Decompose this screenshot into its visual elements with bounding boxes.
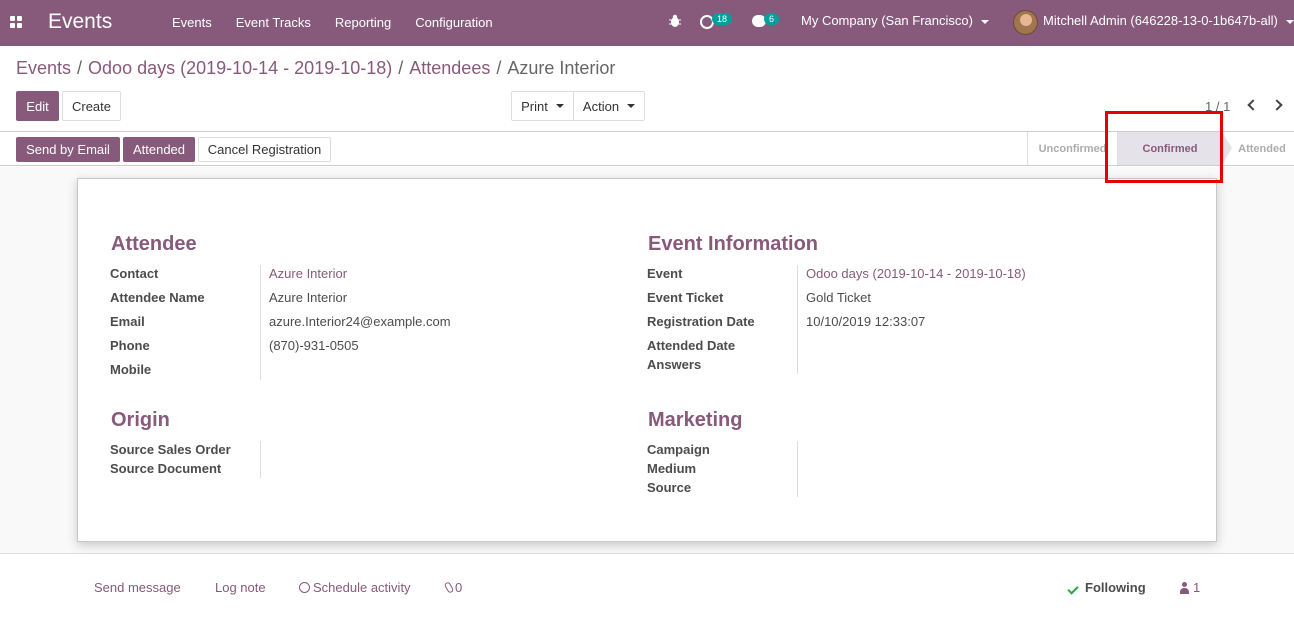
medium-label: Medium — [647, 461, 697, 476]
form-statusbar: Send by Email Attended Cancel Registrati… — [0, 131, 1294, 166]
contact-label: Contact — [110, 266, 159, 281]
attendee-group-title: Attendee — [111, 233, 197, 255]
followers-count[interactable]: 1 — [1193, 580, 1200, 595]
edit-button[interactable]: Edit — [16, 91, 59, 121]
attended-date-label: Attended Date — [647, 338, 736, 353]
registration-date-value: 10/10/2019 12:33:07 — [806, 314, 926, 329]
attendee-name-label: Attendee Name — [110, 290, 205, 305]
form-sheet: Attendee Contact Azure Interior Attendee… — [77, 178, 1217, 542]
create-button[interactable]: Create — [62, 91, 121, 121]
chevron-down-icon — [1285, 19, 1294, 24]
apps-menu-icon[interactable] — [10, 16, 23, 29]
send-message-button[interactable]: Send message — [94, 580, 181, 595]
check-icon — [1067, 583, 1079, 595]
cancel-registration-button[interactable]: Cancel Registration — [198, 137, 331, 162]
paperclip-icon — [443, 581, 455, 594]
chevron-down-icon — [555, 104, 564, 108]
phone-label: Phone — [110, 338, 150, 353]
attended-button[interactable]: Attended — [123, 137, 195, 162]
email-value: azure.Interior24@example.com — [269, 314, 451, 329]
menu-item-reporting[interactable]: Reporting — [335, 15, 391, 30]
print-label: Print — [521, 98, 548, 114]
mobile-label: Mobile — [110, 362, 152, 377]
company-switcher[interactable]: My Company (San Francisco) — [801, 13, 989, 28]
source-label: Source — [647, 480, 692, 495]
event-value[interactable]: Odoo days (2019-10-14 - 2019-10-18) — [806, 266, 1026, 281]
attachments-button[interactable]: 0 — [443, 580, 463, 595]
breadcrumb-event[interactable]: Odoo days (2019-10-14 - 2019-10-18) — [88, 58, 392, 78]
activity-count-badge: 18 — [712, 13, 733, 25]
breadcrumb-separator: / — [398, 58, 404, 78]
followers-person-icon[interactable] — [1180, 582, 1189, 594]
event-ticket-label: Event Ticket — [647, 290, 724, 305]
menu-item-event-tracks[interactable]: Event Tracks — [236, 15, 311, 30]
user-name: Mitchell Admin (646228-13-0-1b647b-all) — [1043, 13, 1278, 28]
contact-value[interactable]: Azure Interior — [269, 266, 347, 281]
app-title: Events — [48, 10, 113, 33]
user-menu[interactable]: Mitchell Admin (646228-13-0-1b647b-all) — [1043, 13, 1294, 28]
registration-date-label: Registration Date — [647, 314, 755, 329]
campaign-label: Campaign — [647, 442, 710, 457]
phone-value: (870)-931-0505 — [269, 338, 359, 353]
answers-label: Answers — [647, 357, 702, 372]
clock-icon — [299, 582, 310, 593]
origin-group-title: Origin — [111, 409, 170, 431]
attendee-name-value: Azure Interior — [269, 290, 348, 305]
field-divider — [797, 441, 798, 497]
action-dropdown[interactable]: Action — [573, 91, 645, 121]
user-avatar[interactable] — [1013, 10, 1038, 35]
event-ticket-value: Gold Ticket — [806, 290, 872, 305]
pager-previous-icon[interactable] — [1247, 99, 1259, 111]
schedule-activity-label: Schedule activity — [313, 580, 411, 595]
event-info-group-title: Event Information — [648, 233, 819, 255]
breadcrumb-separator: / — [77, 58, 83, 78]
company-name: My Company (San Francisco) — [801, 13, 973, 28]
debug-bug-icon[interactable] — [669, 14, 681, 28]
send-by-email-button[interactable]: Send by Email — [16, 137, 120, 162]
print-dropdown[interactable]: Print — [511, 91, 574, 121]
breadcrumb-events[interactable]: Events — [16, 58, 71, 78]
chevron-down-icon — [627, 104, 636, 108]
breadcrumb: Events / Odoo days (2019-10-14 - 2019-10-1… — [16, 58, 615, 79]
schedule-activity-button[interactable]: Schedule activity — [299, 580, 411, 595]
following-button[interactable]: Following — [1085, 580, 1146, 595]
menu-item-events[interactable]: Events — [172, 15, 212, 30]
event-label: Event — [647, 266, 683, 281]
breadcrumb-current: Azure Interior — [507, 58, 616, 78]
marketing-group-title: Marketing — [648, 409, 743, 431]
source-sales-order-label: Source Sales Order — [110, 442, 231, 457]
field-divider — [797, 265, 798, 374]
breadcrumb-attendees[interactable]: Attendees — [409, 58, 490, 78]
pager-next-icon[interactable] — [1271, 99, 1283, 111]
stage-unconfirmed[interactable]: Unconfirmed — [1027, 132, 1117, 165]
field-divider — [260, 441, 261, 478]
top-navbar: Events Events Event Tracks Reporting Con… — [0, 0, 1294, 46]
action-label: Action — [582, 98, 620, 114]
source-document-label: Source Document — [110, 461, 222, 476]
attachments-count: 0 — [455, 580, 463, 595]
highlight-box — [1105, 111, 1223, 183]
chevron-down-icon — [980, 19, 989, 24]
main-menu: Events Event Tracks Reporting Configurat… — [172, 15, 517, 30]
breadcrumb-separator: / — [496, 58, 502, 78]
message-count-badge: 6 — [764, 13, 780, 25]
log-note-button[interactable]: Log note — [215, 580, 266, 595]
menu-item-configuration[interactable]: Configuration — [415, 15, 492, 30]
stage-attended[interactable]: Attended — [1222, 132, 1294, 165]
email-label: Email — [110, 314, 145, 329]
field-divider — [260, 265, 261, 380]
